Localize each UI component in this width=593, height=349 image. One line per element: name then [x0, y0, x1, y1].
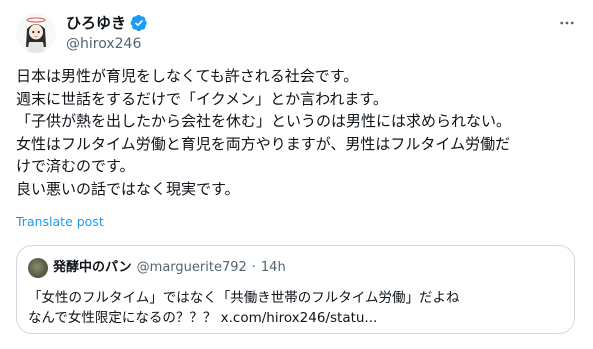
author-display-name[interactable]: ひろゆき	[66, 13, 126, 33]
quote-line: 「女性のフルタイム」ではなく「共働き世帯のフルタイム労働」だよね	[28, 290, 460, 306]
author-handle[interactable]: @hirox246	[66, 35, 141, 53]
author-avatar[interactable]	[16, 13, 56, 53]
quote-author-avatar	[28, 258, 48, 278]
quoted-post-card[interactable]: 発酵中のパン @marguerite792 · 14h 「女性のフルタイム」では…	[16, 245, 575, 334]
quote-header: 発酵中のパン @marguerite792 · 14h	[28, 258, 286, 278]
author-name-row: ひろゆき	[66, 13, 148, 33]
tweet-line: 「子供が熱を出したから会社を休む」というのは男性には求められない。	[16, 112, 512, 130]
more-options-button[interactable]	[557, 13, 577, 33]
verified-badge-icon	[130, 14, 147, 32]
quote-separator: ·	[251, 260, 256, 275]
avatar-illustration-icon	[16, 13, 56, 53]
tweet-line: けで済むのです。	[16, 157, 135, 175]
quote-line: なんで女性限定になるの？？？ x.com/hirox246/statu...	[28, 310, 378, 326]
quote-time: 14h	[260, 260, 286, 275]
tweet-line: 日本は男性が育児をしなくても許される社会です。	[16, 67, 359, 85]
tweet-text: 日本は男性が育児をしなくても許される社会です。 週末に世話をするだけで「イクメン…	[16, 65, 578, 200]
quote-text: 「女性のフルタイム」ではなく「共働き世帯のフルタイム労働」だよね なんで女性限定…	[28, 288, 459, 328]
more-horizontal-icon	[560, 21, 574, 25]
tweet-line: 週末に世話をするだけで「イクメン」とか言われます。	[16, 89, 388, 108]
tweet-line: 良い悪いの話ではなく現実です。	[16, 179, 240, 198]
quote-author-handle: @marguerite792	[136, 260, 247, 275]
tweet-line: 女性はフルタイム労働と育児を両方やりますが、男性はフルタイム労働だ	[16, 134, 511, 153]
translate-post-link[interactable]: Translate post	[16, 214, 104, 230]
quote-author-name: 発酵中のパン	[53, 260, 132, 275]
